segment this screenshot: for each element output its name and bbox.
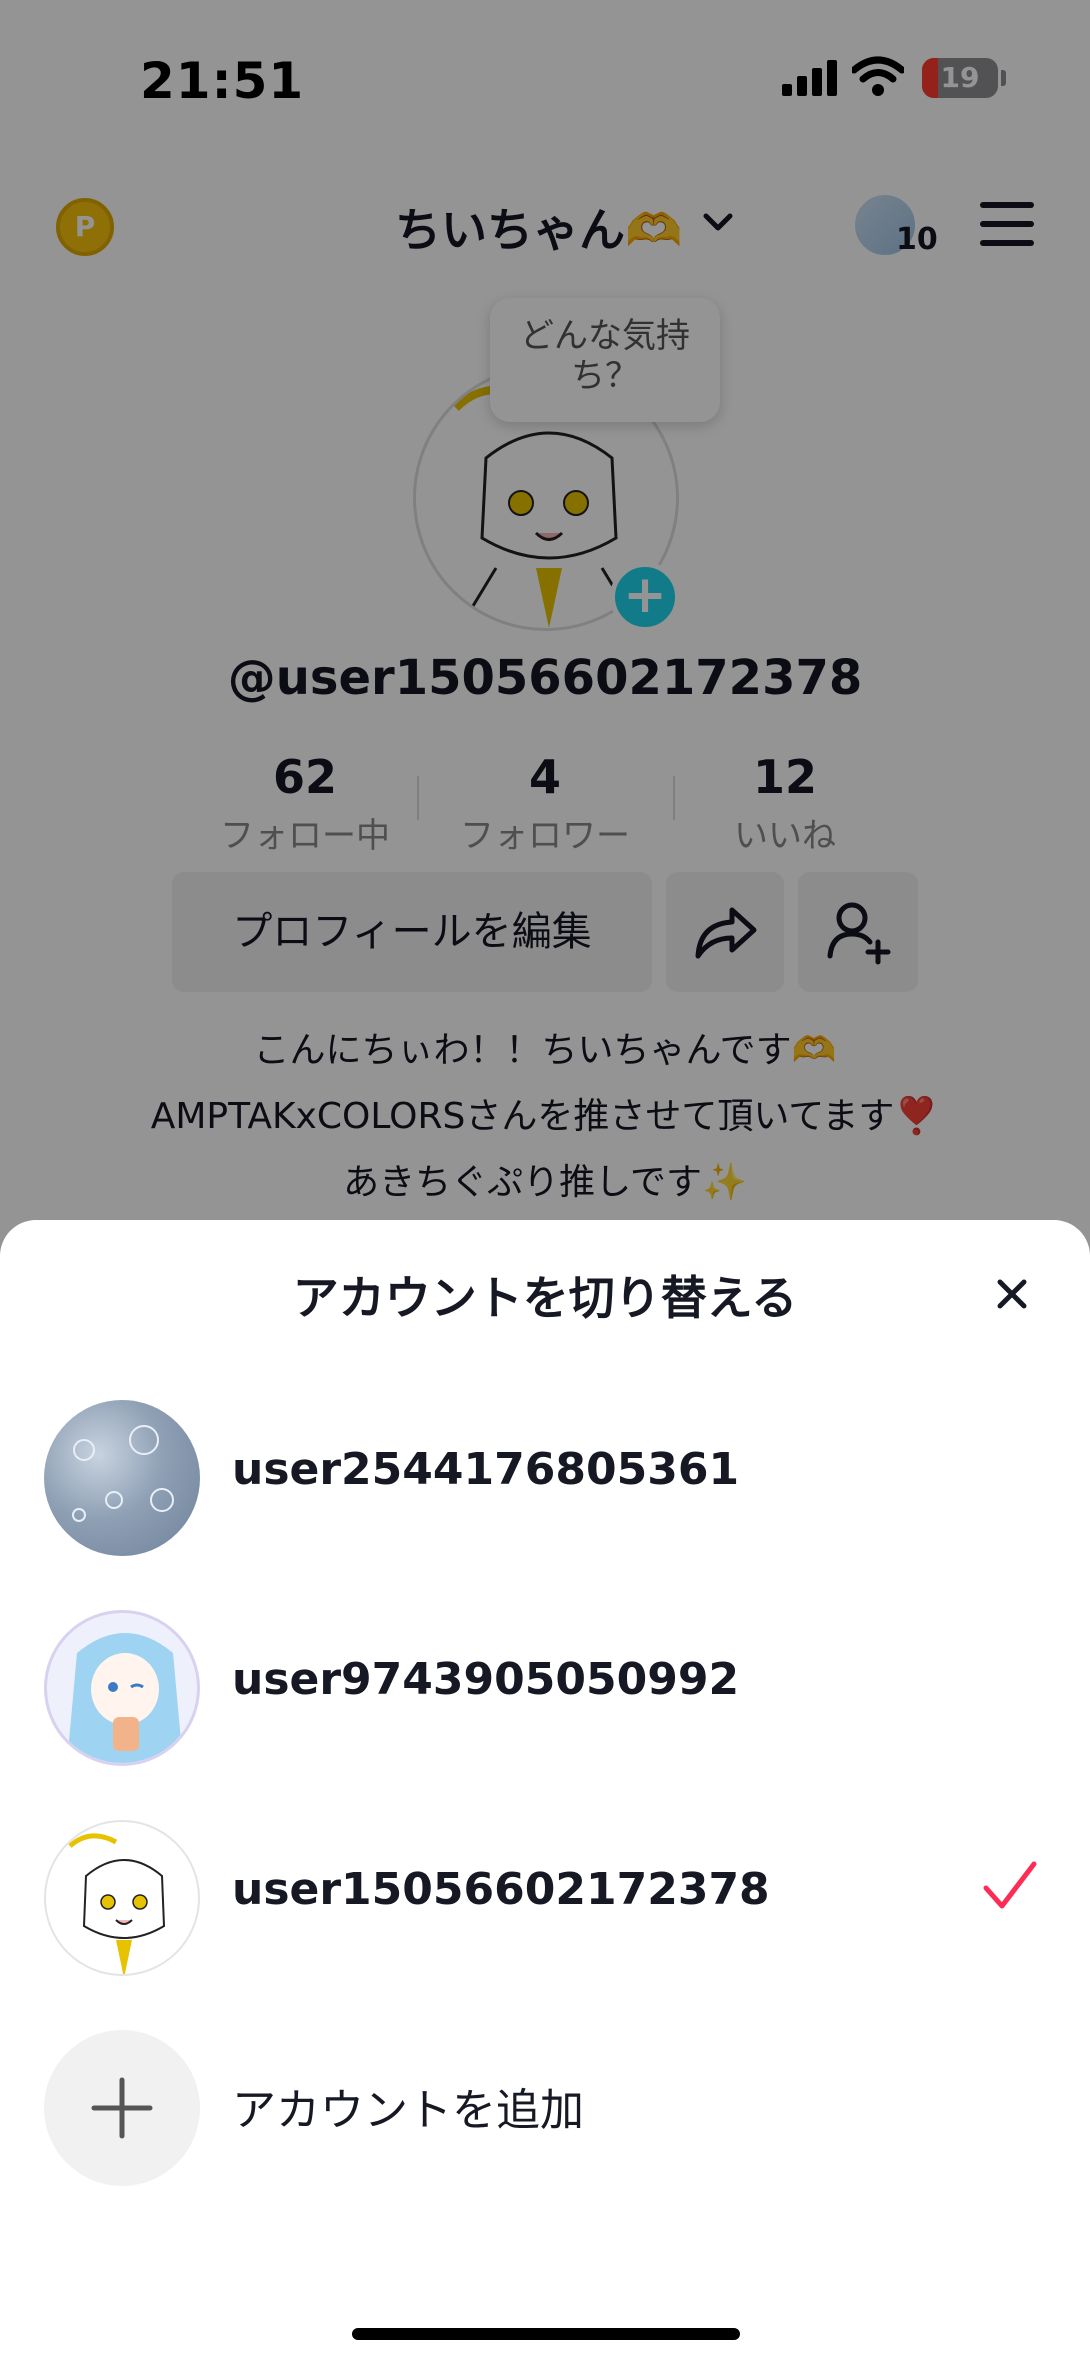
account-row-selected[interactable]: user15056602172378 <box>0 1806 1090 1986</box>
add-account-circle <box>44 2030 200 2186</box>
add-account-row[interactable]: アカウントを追加 <box>0 2016 1090 2196</box>
account-avatar <box>44 1400 200 1556</box>
bubbles-photo-icon <box>72 1425 174 1522</box>
account-avatar <box>44 1610 200 1766</box>
account-name: user9743905050992 <box>232 1654 740 1705</box>
account-name: user2544176805361 <box>232 1444 740 1495</box>
plus-icon <box>91 2077 153 2139</box>
sketch-character-icon <box>68 1833 166 1974</box>
add-account-label: アカウントを追加 <box>232 2085 584 2136</box>
checkmark-icon <box>983 1861 1037 1909</box>
blue-hair-girl-icon <box>67 1633 183 1763</box>
account-row[interactable]: user9743905050992 <box>0 1596 1090 1776</box>
home-indicator[interactable] <box>352 2328 740 2340</box>
sheet-title: アカウントを切り替える <box>292 1271 798 1325</box>
account-avatar <box>44 1820 200 1976</box>
close-icon[interactable] <box>988 1270 1036 1318</box>
account-name: user15056602172378 <box>232 1864 770 1915</box>
switch-account-sheet: アカウントを切り替える user2544176805361 user974390… <box>0 1220 1090 2364</box>
account-row[interactable]: user2544176805361 <box>0 1386 1090 1566</box>
